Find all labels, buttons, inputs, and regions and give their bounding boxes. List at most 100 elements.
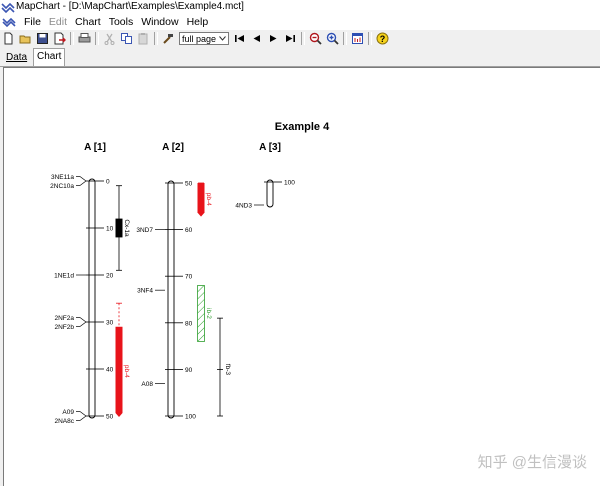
tab-data[interactable]: Data (3, 50, 30, 65)
qtl-interval: Cx-1a (115, 185, 130, 271)
marker-label: 3NE11a (51, 174, 74, 181)
qtl-label: fb-3 (224, 364, 231, 376)
marker-label: 2NC10a (50, 183, 74, 190)
marker-label: 4ND3 (235, 203, 252, 210)
chart-title: Example 4 (275, 121, 330, 133)
menu-chart[interactable]: Chart (71, 14, 105, 30)
marker-connector (79, 317, 87, 323)
marker-label: 2NF2b (54, 324, 74, 331)
zoom-in-icon (326, 32, 339, 45)
linkage-group: A [1] 0 10 20 30 40 50 3NE11a 2NC10a 1NE1d 2NF2a 2N… (50, 142, 130, 425)
qtl-interval: pb-4 (115, 302, 130, 417)
position-label: 80 (185, 320, 193, 327)
toolbar-separator (95, 32, 99, 45)
qtl-label: Cx-1a (123, 219, 130, 237)
new-file-button[interactable] (0, 31, 17, 46)
previous-page-button[interactable] (248, 31, 265, 46)
qtl-interval: fb-3 (217, 317, 231, 417)
position-label: 30 (106, 320, 114, 327)
svg-text:?: ? (380, 34, 386, 44)
zoom-out-icon (309, 32, 322, 45)
last-page-button[interactable] (282, 31, 299, 46)
export-icon (54, 32, 66, 45)
previous-page-icon (253, 35, 260, 42)
next-page-button[interactable] (265, 31, 282, 46)
group-heading: A [3] (259, 142, 281, 153)
menu-tools[interactable]: Tools (105, 14, 138, 30)
save-disk-icon (37, 33, 48, 44)
mapchart-app-icon (1, 2, 15, 13)
help-button[interactable]: ? (374, 31, 391, 46)
chart-properties-button[interactable] (349, 31, 366, 46)
paste-icon (138, 33, 148, 45)
cut-button[interactable] (101, 31, 118, 46)
chromosome-bar (167, 180, 175, 419)
marker-label: A09 (62, 409, 74, 416)
scissors-icon (104, 33, 115, 45)
qtl-bar (197, 183, 205, 217)
position-label: 100 (185, 414, 196, 421)
chromosome-bar (88, 178, 96, 419)
document-system-menu-icon[interactable] (2, 16, 16, 28)
chart-window-icon (352, 33, 363, 44)
printer-icon (78, 33, 91, 43)
menu-edit[interactable]: Edit (45, 14, 71, 30)
position-label: 20 (106, 273, 114, 280)
menu-bar: File Edit Chart Tools Window Help (0, 14, 600, 30)
zoom-select[interactable]: full page (179, 32, 229, 45)
toolbar-separator (368, 32, 372, 45)
group-heading: A [2] (162, 142, 184, 153)
save-button[interactable] (34, 31, 51, 46)
open-folder-icon (19, 35, 31, 44)
toolbar-separator (301, 32, 305, 45)
export-button[interactable] (51, 31, 68, 46)
paste-button[interactable] (135, 31, 152, 46)
help-question-icon: ? (376, 32, 389, 45)
position-label: 10 (106, 226, 114, 233)
copy-button[interactable] (118, 31, 135, 46)
linkage-group: A [2] 50 60 70 80 90 100 3ND7 3NF4 A08 pb-4 ib-2 fb-… (136, 142, 231, 421)
position-label: 100 (284, 180, 295, 187)
new-file-icon (4, 32, 13, 45)
marker-connector (79, 321, 87, 327)
menu-window[interactable]: Window (137, 14, 182, 30)
qtl-label: pb-4 (205, 193, 212, 206)
first-page-button[interactable] (231, 31, 248, 46)
chart-canvas[interactable]: Example 4 A [1] 0 10 20 30 40 50 3NE11a 2NC10a 1N… (3, 67, 600, 486)
print-button[interactable] (76, 31, 93, 46)
toolbar-separator (154, 32, 158, 45)
position-label: 0 (106, 179, 110, 186)
watermark-text: 知乎 @生信漫谈 (477, 454, 587, 471)
marker-label: 3ND7 (136, 227, 153, 234)
tools-button[interactable] (160, 31, 177, 46)
marker-label: 2NF2a (54, 315, 74, 322)
marker-label: A08 (141, 381, 153, 388)
tab-chart[interactable]: Chart (33, 48, 66, 66)
linkage-map-chart: Example 4 A [1] 0 10 20 30 40 50 3NE11a 2NC10a 1N… (50, 121, 330, 425)
linkage-group: A [3] 100 4ND3 (235, 142, 295, 210)
marker-label: 3NF4 (137, 288, 153, 295)
first-page-icon (235, 35, 244, 42)
zoom-out-button[interactable] (307, 31, 324, 46)
menu-help[interactable]: Help (183, 14, 213, 30)
marker-connector (79, 180, 87, 186)
position-label: 70 (185, 274, 193, 281)
group-heading: A [1] (84, 142, 106, 153)
position-label: 50 (185, 181, 193, 188)
open-file-button[interactable] (17, 31, 34, 46)
qtl-interval: pb-4 (197, 182, 212, 217)
chevron-down-icon (219, 36, 226, 41)
zoom-in-button[interactable] (324, 31, 341, 46)
position-label: 60 (185, 227, 193, 234)
title-bar: MapChart - [D:\MapChart\Examples\Example… (0, 0, 600, 14)
zoom-select-value: full page (182, 33, 217, 44)
marker-label: 2NA8c (54, 418, 74, 425)
toolbar-separator (70, 32, 74, 45)
qtl-bar (115, 326, 123, 417)
copy-icon (121, 33, 132, 44)
marker-label: 1NE1d (54, 273, 74, 280)
qtl-label: ib-2 (205, 308, 212, 319)
menu-file[interactable]: File (20, 14, 45, 30)
qtl-label: pb-4 (123, 365, 130, 378)
qtl-interval: ib-2 (197, 285, 212, 342)
